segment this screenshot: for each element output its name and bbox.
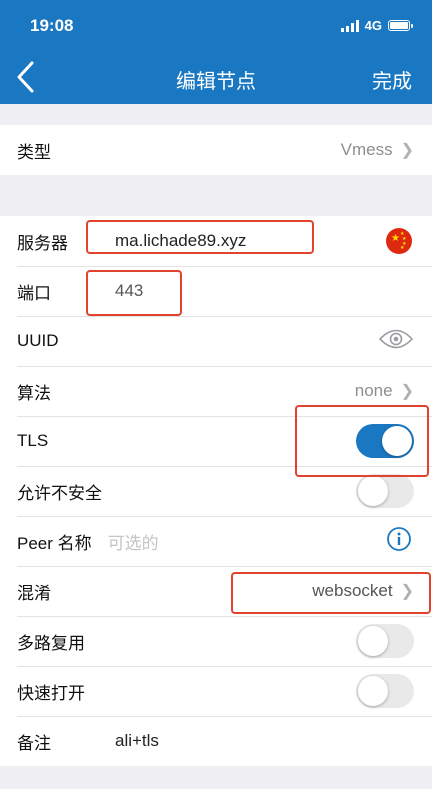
port-input[interactable]: 443 [115,281,143,301]
allow-insecure-label: 允许不安全 [17,483,102,503]
mux-row: 多路复用 [0,616,432,666]
type-value: Vmess [340,140,393,159]
signal-icon [340,19,359,32]
algorithm-label: 算法 [17,383,51,403]
china-flag-icon[interactable]: ★ ★ ★ ★ ★ [386,228,412,254]
eye-icon[interactable] [378,328,414,355]
fast-open-label: 快速打开 [17,683,85,703]
chevron-right-icon: ❯ [400,583,414,600]
type-value-wrap: Vmess ❯ [341,140,414,160]
algorithm-value: none [354,381,393,400]
type-label: 类型 [17,142,51,162]
done-button[interactable]: 完成 [372,65,412,94]
tls-label: TLS [17,431,49,450]
type-group: 类型 Vmess ❯ [0,125,432,175]
status-time: 19:08 [30,16,74,35]
battery-icon [388,20,413,31]
fast-open-row: 快速打开 [0,666,432,716]
server-input[interactable]: ma.lichade89.xyz [115,231,246,251]
network-type: 4G [364,18,382,33]
peer-label: Peer 名称 [17,533,92,553]
obfs-value-wrap: websocket ❯ [312,581,414,601]
obfs-label: 混淆 [17,583,51,603]
remark-input[interactable]: ali+tls [115,731,159,751]
tls-row: TLS [0,416,432,466]
page-title: 编辑节点 [176,71,256,93]
fast-open-toggle[interactable] [356,674,414,708]
peer-row: Peer 名称 可选的 [0,516,432,566]
obfs-value: websocket [312,581,393,600]
port-row: 端口 443 [0,266,432,316]
tls-toggle[interactable] [356,424,414,458]
peer-input[interactable]: 可选的 [108,529,159,554]
status-bar: 19:08 4G [0,0,432,50]
chevron-right-icon: ❯ [400,142,414,159]
mux-label: 多路复用 [17,633,85,653]
uuid-label: UUID [17,331,59,350]
uuid-row: UUID [0,316,432,366]
node-form: 服务器 ma.lichade89.xyz ★ ★ ★ ★ ★ 端口 443 UU… [0,216,432,766]
remark-row: 备注 ali+tls [0,716,432,766]
info-icon[interactable] [386,526,412,557]
remark-label: 备注 [17,733,51,753]
navigation-bar: 编辑节点 完成 [0,50,432,104]
algorithm-row[interactable]: 算法 none ❯ [0,366,432,416]
server-label: 服务器 [17,233,68,253]
mux-toggle[interactable] [356,624,414,658]
type-row[interactable]: 类型 Vmess ❯ [0,125,432,175]
status-indicators: 4G [340,18,413,33]
allow-insecure-toggle[interactable] [356,474,414,508]
chevron-right-icon: ❯ [400,383,414,400]
allow-insecure-row: 允许不安全 [0,466,432,516]
server-row: 服务器 ma.lichade89.xyz ★ ★ ★ ★ ★ [0,216,432,266]
port-label: 端口 [17,283,51,303]
algorithm-value-wrap: none ❯ [355,381,414,401]
obfs-row[interactable]: 混淆 websocket ❯ [0,566,432,616]
